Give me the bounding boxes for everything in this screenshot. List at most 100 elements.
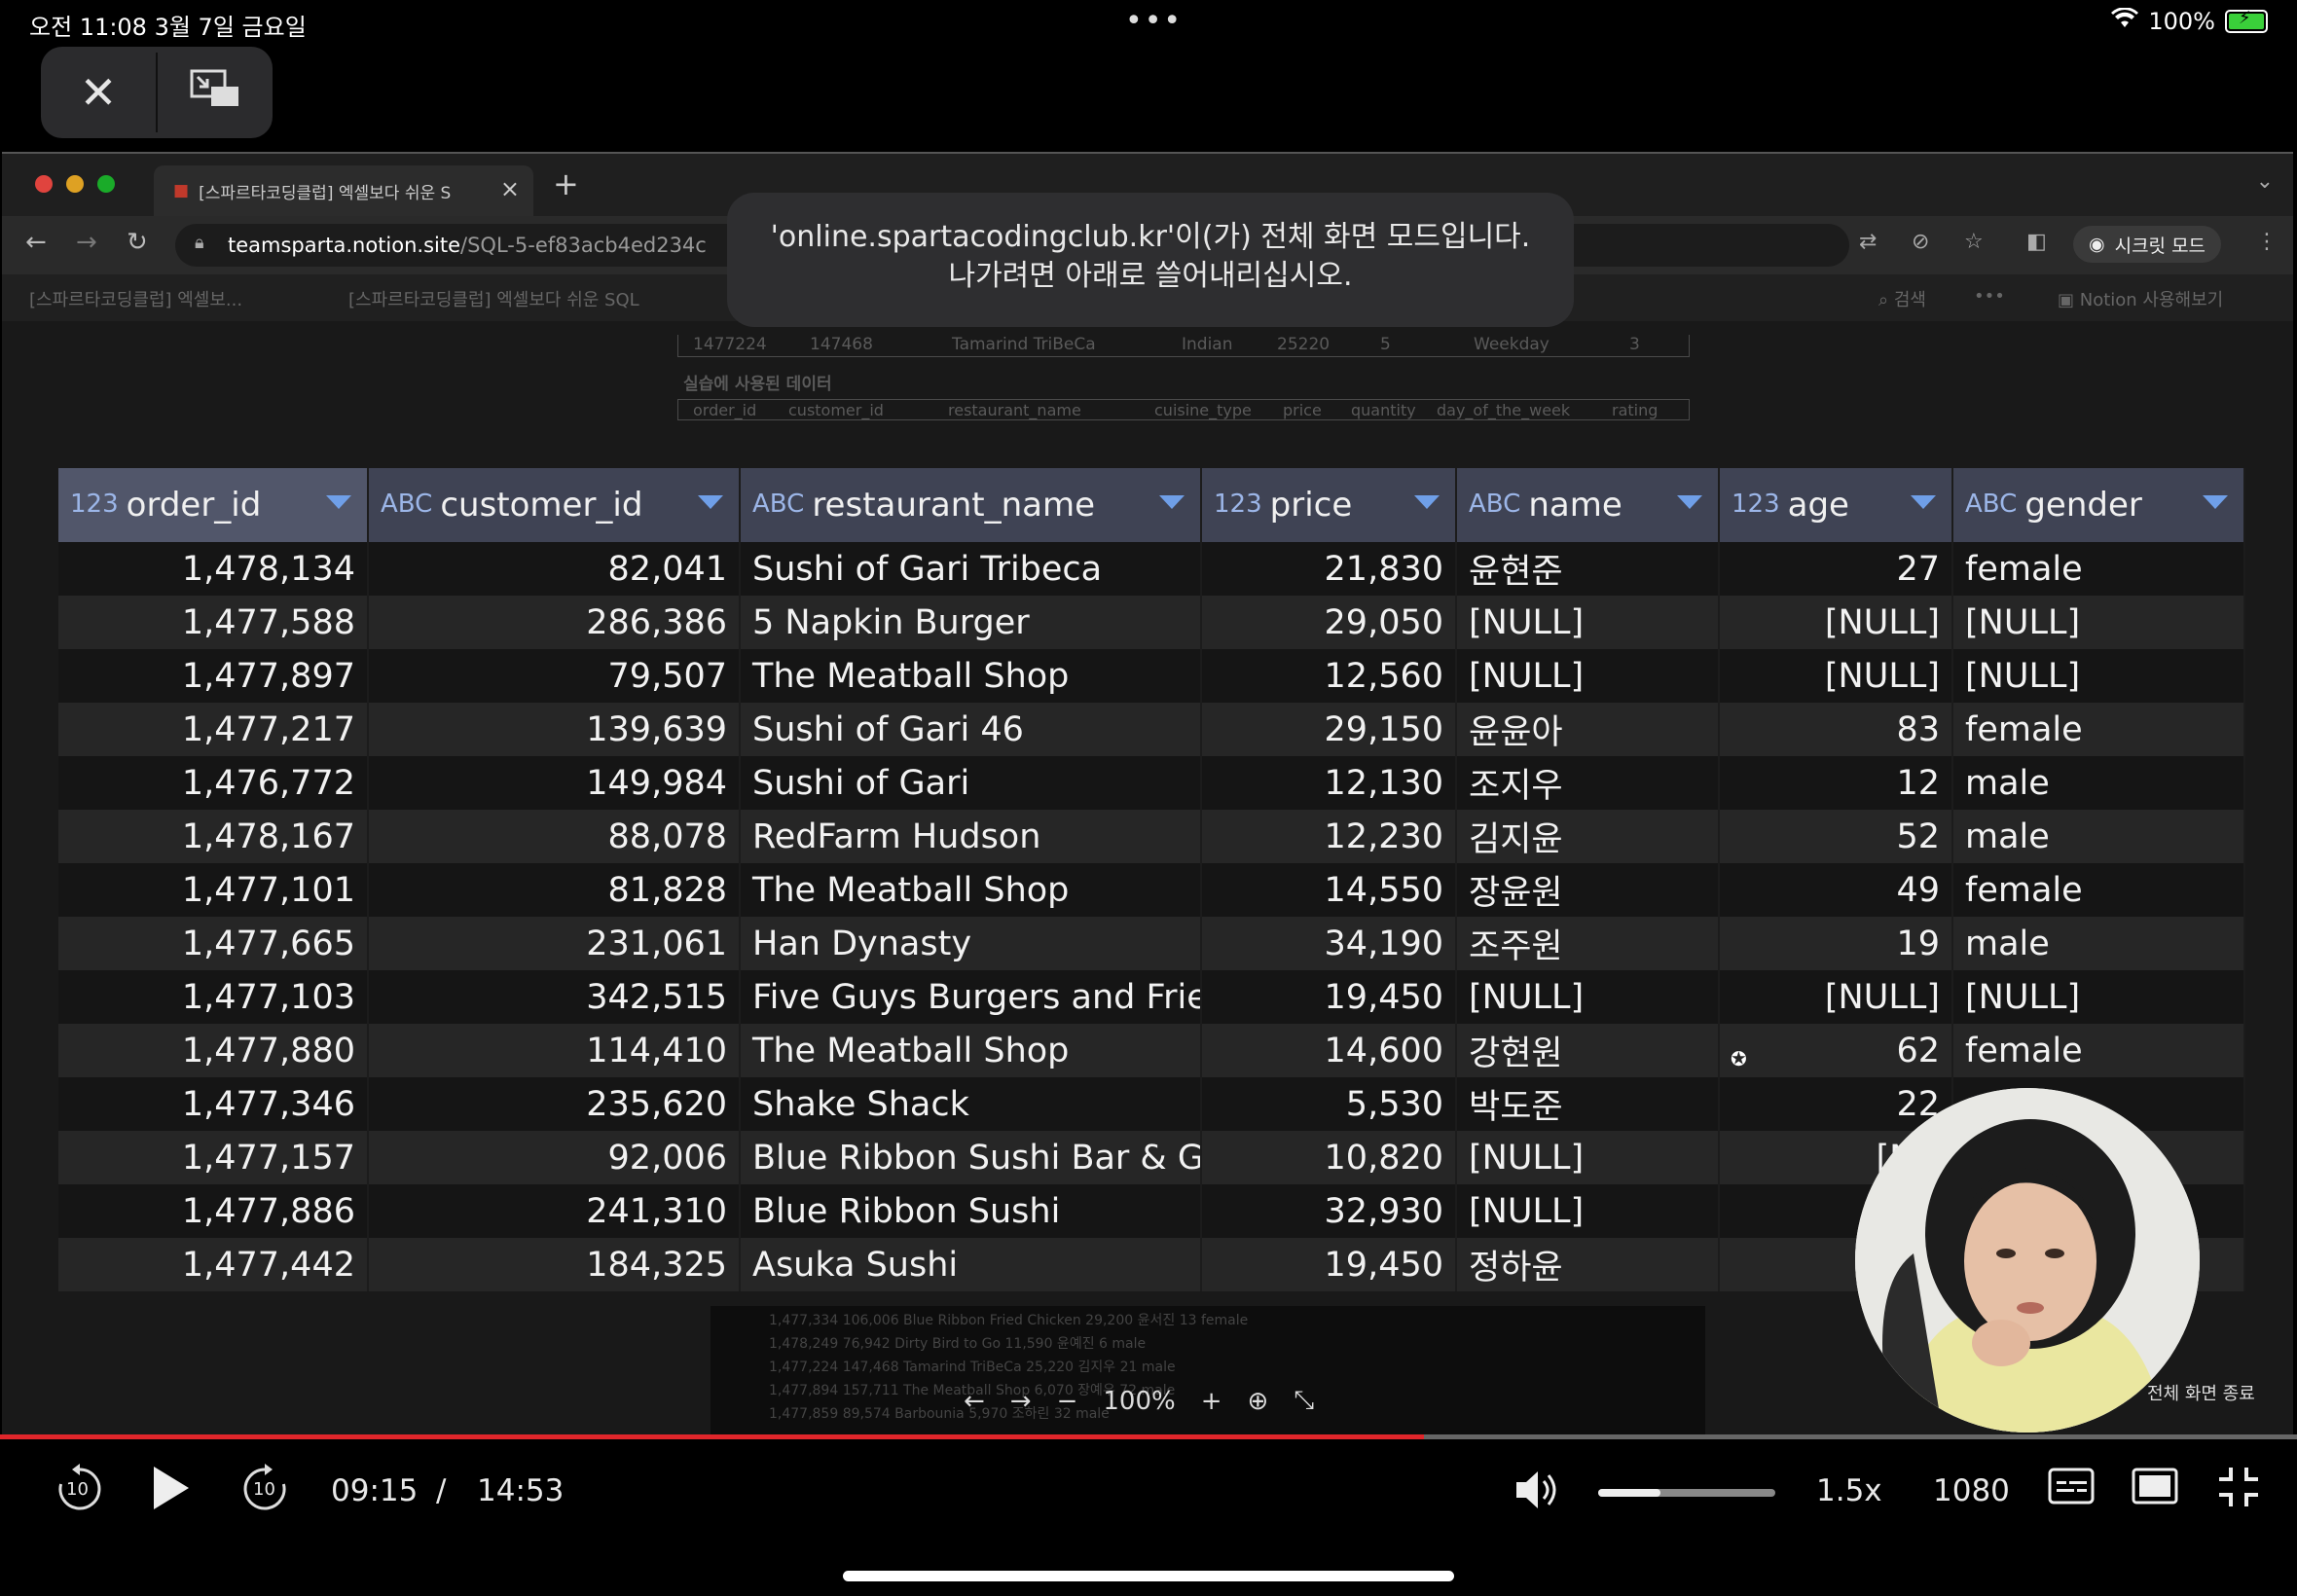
table-cell[interactable]: 79,507 (368, 649, 741, 703)
table-cell[interactable]: 박도준 (1456, 1077, 1720, 1131)
table-cell[interactable]: 19,450 (1201, 970, 1457, 1024)
table-cell[interactable]: 1,478,167 (58, 810, 369, 863)
table-row[interactable]: 1,477,665 231,061 Han Dynasty 34,190 조주원 19 ma… (58, 917, 2245, 970)
filter-dropdown-icon[interactable] (1414, 495, 1440, 509)
table-cell[interactable]: male (1952, 756, 2245, 810)
table-cell[interactable]: The Meatball Shop (740, 1024, 1202, 1077)
table-cell[interactable]: 10,820 (1201, 1131, 1457, 1184)
table-cell[interactable]: 1,477,665 (58, 917, 369, 970)
table-cell[interactable]: female (1952, 542, 2245, 596)
table-cell[interactable]: 1,477,346 (58, 1077, 369, 1131)
table-cell[interactable]: 81,828 (368, 863, 741, 917)
filter-dropdown-icon[interactable] (1159, 495, 1185, 509)
table-row[interactable]: 1,477,346 235,620 Shake Shack 5,530 박도준 22 (58, 1077, 2245, 1131)
table-cell[interactable]: 윤현준 (1456, 542, 1720, 596)
table-cell[interactable]: 342,515 (368, 970, 741, 1024)
table-cell[interactable]: 1,477,880 (58, 1024, 369, 1077)
table-cell[interactable]: 114,410 (368, 1024, 741, 1077)
table-cell[interactable]: Han Dynasty (740, 917, 1202, 970)
table-cell[interactable]: 149,984 (368, 756, 741, 810)
table-cell[interactable]: Sushi of Gari 46 (740, 703, 1202, 756)
table-cell[interactable]: 14,600 (1201, 1024, 1457, 1077)
filter-dropdown-icon[interactable] (326, 495, 351, 509)
table-cell[interactable]: 83 (1719, 703, 1953, 756)
table-cell[interactable]: female (1952, 703, 2245, 756)
table-cell[interactable]: Blue Ribbon Sushi (740, 1184, 1202, 1238)
volume-slider[interactable] (1598, 1489, 1775, 1497)
table-cell[interactable]: 윤윤아 (1456, 703, 1720, 756)
table-cell[interactable]: 286,386 (368, 596, 741, 649)
table-cell[interactable]: 1,477,897 (58, 649, 369, 703)
playback-speed-button[interactable]: 1.5x (1816, 1473, 1882, 1508)
column-header-age[interactable]: 123 age (1719, 468, 1953, 542)
table-row[interactable]: 1,477,217 139,639 Sushi of Gari 46 29,150 윤윤… (58, 703, 2245, 756)
table-cell[interactable]: 14,550 (1201, 863, 1457, 917)
table-cell[interactable]: 22 (1719, 1077, 1953, 1131)
filter-dropdown-icon[interactable] (2203, 495, 2228, 509)
table-cell[interactable]: 34,190 (1201, 917, 1457, 970)
table-cell[interactable]: Blue Ribbon Sushi Bar & Gri (740, 1131, 1202, 1184)
table-cell[interactable]: [NULL] (1456, 1184, 1720, 1238)
table-cell[interactable]: 52 (1719, 810, 1953, 863)
column-header-name[interactable]: ABC name (1456, 468, 1720, 542)
table-cell[interactable]: 1,477,442 (58, 1238, 369, 1291)
table-cell[interactable]: 62 (1719, 1024, 1953, 1077)
table-cell[interactable]: Shake Shack (740, 1077, 1202, 1131)
column-header-price[interactable]: 123 price (1201, 468, 1457, 542)
table-cell[interactable]: 정하윤 (1456, 1238, 1720, 1291)
table-cell[interactable]: 장윤원 (1456, 863, 1720, 917)
table-cell[interactable]: 19 (1719, 917, 1953, 970)
table-cell[interactable]: 조주원 (1456, 917, 1720, 970)
table-cell[interactable]: Five Guys Burgers and Fries (740, 970, 1202, 1024)
table-cell[interactable]: 12,560 (1201, 649, 1457, 703)
table-cell[interactable]: 1,478,134 (58, 542, 369, 596)
table-row[interactable]: 1,478,167 88,078 RedFarm Hudson 12,230 김지윤 52… (58, 810, 2245, 863)
table-cell[interactable]: 12 (1719, 756, 1953, 810)
table-cell[interactable]: 184,325 (368, 1238, 741, 1291)
table-cell[interactable]: 1,477,588 (58, 596, 369, 649)
table-cell[interactable]: 21,830 (1201, 542, 1457, 596)
table-cell[interactable]: RedFarm Hudson (740, 810, 1202, 863)
table-cell[interactable]: 139,639 (368, 703, 741, 756)
table-cell[interactable]: [NULL] (1456, 596, 1720, 649)
home-indicator[interactable] (843, 1571, 1454, 1581)
table-row[interactable]: 1,477,880 114,410 The Meatball Shop 14,600 강… (58, 1024, 2245, 1077)
table-cell[interactable]: male (1952, 917, 2245, 970)
table-row[interactable]: 1,477,103 342,515 Five Guys Burgers and Fr… (58, 970, 2245, 1024)
table-cell[interactable]: 29,050 (1201, 596, 1457, 649)
column-header-customer-id[interactable]: ABC customer_id (368, 468, 741, 542)
table-cell[interactable]: 12,130 (1201, 756, 1457, 810)
multitasking-dots[interactable]: ••• (1125, 4, 1183, 38)
table-cell[interactable]: male (1952, 810, 2245, 863)
table-cell[interactable]: [NULL] (1456, 970, 1720, 1024)
table-row[interactable]: 1,476,772 149,984 Sushi of Gari 12,130 조지우 12… (58, 756, 2245, 810)
skip-back-button[interactable]: 10 (53, 1462, 107, 1520)
subtitles-button[interactable] (2048, 1468, 2095, 1510)
table-cell[interactable]: 88,078 (368, 810, 741, 863)
volume-button[interactable] (1513, 1466, 1561, 1518)
table-row[interactable]: 1,478,134 82,041 Sushi of Gari Tribeca 21,8… (58, 542, 2245, 596)
table-cell[interactable]: [NULL] (1719, 649, 1953, 703)
table-cell[interactable]: Sushi of Gari Tribeca (740, 542, 1202, 596)
table-cell[interactable]: [NULL] (1719, 970, 1953, 1024)
close-button[interactable]: ✕ (41, 47, 156, 138)
table-cell[interactable]: 1,477,217 (58, 703, 369, 756)
table-cell[interactable]: Sushi of Gari (740, 756, 1202, 810)
column-header-gender[interactable]: ABC gender (1952, 468, 2245, 542)
play-button[interactable] (150, 1464, 193, 1516)
table-cell[interactable]: [NULL] (1719, 596, 1953, 649)
filter-dropdown-icon[interactable] (1911, 495, 1936, 509)
filter-dropdown-icon[interactable] (1677, 495, 1702, 509)
table-cell[interactable]: female (1952, 1024, 2245, 1077)
table-cell[interactable]: 1,477,886 (58, 1184, 369, 1238)
table-cell[interactable]: 5,530 (1201, 1077, 1457, 1131)
table-cell[interactable]: 49 (1719, 863, 1953, 917)
table-cell[interactable]: 29,150 (1201, 703, 1457, 756)
column-header-restaurant-name[interactable]: ABC restaurant_name (740, 468, 1202, 542)
table-cell[interactable]: 19,450 (1201, 1238, 1457, 1291)
table-cell[interactable]: 5 Napkin Burger (740, 596, 1202, 649)
table-cell[interactable]: [NULL] (1952, 649, 2245, 703)
table-cell[interactable]: [NULL] (1952, 596, 2245, 649)
table-cell[interactable]: [NULL] (1456, 1131, 1720, 1184)
picture-in-picture-button[interactable] (158, 47, 273, 138)
